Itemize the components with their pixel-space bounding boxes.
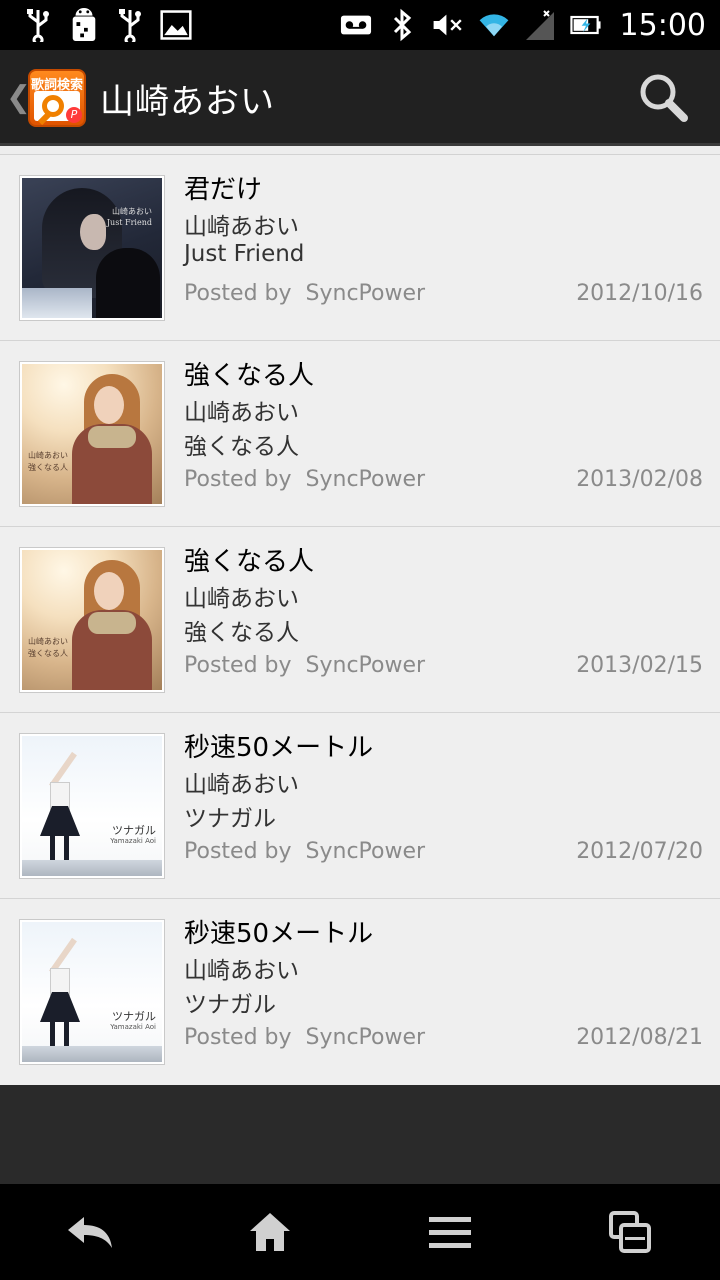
posted-by: Posted by SyncPower bbox=[184, 839, 425, 864]
posted-by: Posted by SyncPower bbox=[184, 281, 425, 306]
battery-charging-icon bbox=[569, 9, 602, 41]
song-title: 強くなる人 bbox=[184, 361, 315, 391]
poster-name: SyncPower bbox=[305, 839, 426, 864]
song-title: 秒速50メートル bbox=[184, 733, 374, 763]
song-title: 強くなる人 bbox=[184, 547, 315, 577]
search-icon[interactable] bbox=[638, 72, 690, 124]
album-art-caption: Yamazaki Aoi bbox=[110, 837, 156, 846]
post-date: 2013/02/08 bbox=[576, 467, 703, 492]
album-art: 山崎あおい強くなる人 bbox=[19, 547, 165, 693]
posted-by: Posted by SyncPower bbox=[184, 1025, 425, 1050]
album-art-caption: 山崎あおい bbox=[28, 637, 68, 646]
song-album: ツナガル bbox=[184, 992, 276, 1018]
home-icon[interactable] bbox=[230, 1192, 310, 1272]
song-artist: 山崎あおい bbox=[184, 214, 299, 240]
voicemail-icon bbox=[340, 9, 372, 41]
song-list: 山崎あおい Just Friend 君だけ 山崎あおい Just Friend P… bbox=[0, 146, 720, 1085]
song-title: 秒速50メートル bbox=[184, 919, 374, 949]
song-list-item[interactable]: 山崎あおい Just Friend 君だけ 山崎あおい Just Friend P… bbox=[0, 155, 720, 341]
poster-name: SyncPower bbox=[305, 1025, 426, 1050]
album-art-caption: Just Friend bbox=[106, 218, 152, 228]
album-art: ツナガル Yamazaki Aoi bbox=[19, 919, 165, 1065]
signal-icon bbox=[524, 9, 556, 41]
posted-by-label: Posted by bbox=[184, 653, 292, 678]
album-art-caption: 山崎あおい bbox=[28, 451, 68, 460]
usb-icon bbox=[22, 9, 54, 42]
image-icon bbox=[160, 9, 192, 41]
menu-icon[interactable] bbox=[410, 1192, 490, 1272]
album-art-caption: 強くなる人 bbox=[28, 649, 68, 658]
up-chevron-icon[interactable]: ❮ bbox=[6, 83, 31, 113]
navigation-bar bbox=[0, 1184, 720, 1280]
clock: 15:00 bbox=[619, 7, 706, 43]
posted-by-label: Posted by bbox=[184, 1025, 292, 1050]
recent-apps-icon[interactable] bbox=[590, 1192, 670, 1272]
song-album: Just Friend bbox=[184, 241, 305, 267]
album-art-caption: Yamazaki Aoi bbox=[110, 1023, 156, 1032]
posted-by-label: Posted by bbox=[184, 467, 292, 492]
page-title: 山崎あおい bbox=[100, 81, 275, 122]
song-album: 強くなる人 bbox=[184, 434, 299, 460]
posted-by: Posted by SyncPower bbox=[184, 653, 425, 678]
album-art-caption: ツナガル bbox=[112, 1010, 156, 1023]
song-list-item[interactable]: ツナガル Yamazaki Aoi 秒速50メートル 山崎あおい ツナガル Pos… bbox=[0, 899, 720, 1085]
album-art: 山崎あおい強くなる人 bbox=[19, 361, 165, 507]
action-bar: ❮ 歌詞検索 P 山崎あおい bbox=[0, 50, 720, 146]
wifi-icon bbox=[478, 9, 510, 41]
android-debug-icon bbox=[68, 8, 100, 41]
song-list-item[interactable]: ツナガル Yamazaki Aoi 秒速50メートル 山崎あおい ツナガル Pos… bbox=[0, 713, 720, 899]
poster-name: SyncPower bbox=[305, 281, 426, 306]
song-album: ツナガル bbox=[184, 806, 276, 832]
post-date: 2012/08/21 bbox=[576, 1025, 703, 1050]
posted-by-label: Posted by bbox=[184, 839, 292, 864]
album-art: 山崎あおい Just Friend bbox=[19, 175, 165, 321]
song-title: 君だけ bbox=[184, 175, 263, 205]
song-artist: 山崎あおい bbox=[184, 586, 299, 612]
song-list-item[interactable]: 山崎あおい 強くなる人 強くなる人 山崎あおい 強くなる人 Posted by Sy… bbox=[0, 341, 720, 527]
poster-name: SyncPower bbox=[305, 653, 426, 678]
song-album: 強くなる人 bbox=[184, 620, 299, 646]
app-icon[interactable]: 歌詞検索 P bbox=[28, 69, 86, 127]
album-art-caption: ツナガル bbox=[112, 824, 156, 837]
app-icon-badge: P bbox=[66, 107, 82, 123]
posted-by: Posted by SyncPower bbox=[184, 467, 425, 492]
poster-name: SyncPower bbox=[305, 467, 426, 492]
album-art: ツナガル Yamazaki Aoi bbox=[19, 733, 165, 879]
usb-icon bbox=[114, 9, 146, 42]
posted-by-label: Posted by bbox=[184, 281, 292, 306]
album-art-caption: 山崎あおい bbox=[112, 207, 152, 216]
post-date: 2012/07/20 bbox=[576, 839, 703, 864]
post-date: 2013/02/15 bbox=[576, 653, 703, 678]
album-art-caption: 強くなる人 bbox=[28, 463, 68, 472]
song-artist: 山崎あおい bbox=[184, 958, 299, 984]
post-date: 2012/10/16 bbox=[576, 281, 703, 306]
status-bar: 15:00 bbox=[0, 0, 720, 50]
bluetooth-icon bbox=[386, 8, 418, 42]
mute-icon bbox=[432, 9, 464, 41]
song-list-item[interactable]: 山崎あおい 強くなる人 強くなる人 山崎あおい 強くなる人 Posted by Sy… bbox=[0, 527, 720, 713]
song-artist: 山崎あおい bbox=[184, 772, 299, 798]
app-screen: 15:00 ❮ 歌詞検索 P 山崎あおい 山崎あおい Just Friend 君… bbox=[0, 0, 720, 1280]
back-icon[interactable] bbox=[50, 1192, 130, 1272]
song-list-area: 山崎あおい Just Friend 君だけ 山崎あおい Just Friend P… bbox=[0, 146, 720, 1184]
song-artist: 山崎あおい bbox=[184, 400, 299, 426]
